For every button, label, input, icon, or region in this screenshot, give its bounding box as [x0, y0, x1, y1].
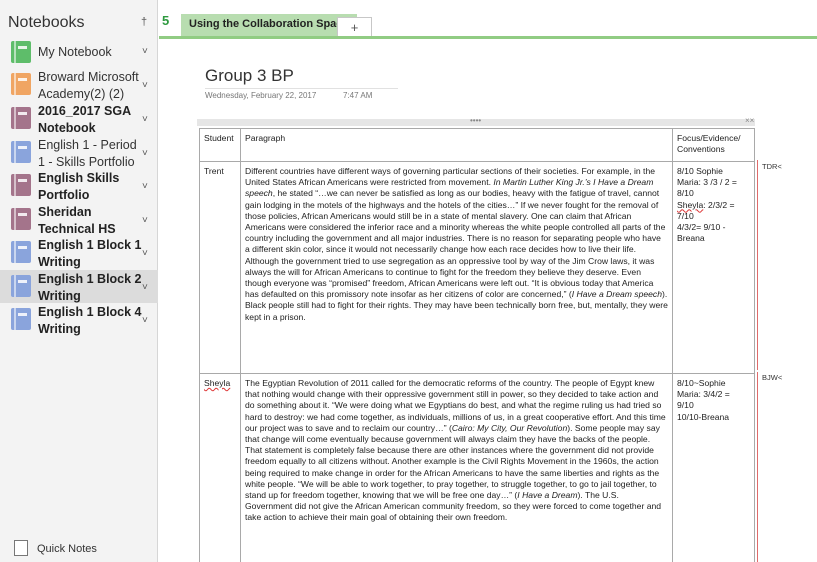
notebook-label: English 1 Block 4 Writing [38, 305, 142, 336]
section-accent-line [159, 36, 817, 39]
chevron-down-icon[interactable]: ˅ [142, 215, 148, 226]
table-handle-dots[interactable]: •••• [470, 116, 481, 125]
notebooks-pane: Notebooks † My Notebook ˅ Broward Microsof… [0, 0, 158, 562]
focus-line: Sheyla: 2/3/2 = [677, 200, 750, 211]
student-cell[interactable]: Sheyla [199, 373, 241, 562]
table-handle-corner[interactable]: ×× [745, 116, 754, 125]
paragraph-cell[interactable]: Different countries have different ways … [240, 161, 673, 374]
focus-line: 7/10 [677, 210, 694, 221]
focus-line: 8/10 [677, 188, 694, 199]
notebook-icon [11, 73, 31, 95]
section-tabs: 5 Using the Collaboration Space + [159, 0, 817, 40]
tab-using-the-collaboration-space[interactable]: Using the Collaboration Space [181, 14, 357, 38]
notebook-icon [11, 107, 31, 129]
notebook-icon [11, 308, 31, 330]
notebook-label: 2016_2017 SGA Notebook [38, 104, 131, 135]
notebook-item[interactable]: My Notebook ˅ [0, 38, 158, 66]
notebook-item[interactable]: English 1 - Period 1 - Skills Portfolio ˅ [0, 136, 158, 169]
notebook-item[interactable]: English 1 Block 1 Writing ˅ [0, 236, 158, 269]
chevron-down-icon[interactable]: ˅ [142, 315, 148, 326]
notebook-label: English 1 Block 2 Writing [38, 272, 142, 303]
focus-line: 8/10~Sophie [677, 378, 726, 388]
student-name: Sheyla [204, 378, 231, 388]
focus-cell[interactable]: 8/10 Sophie Maria: 3 /3 / 2 = 8/10 Sheyl… [672, 161, 755, 374]
focus-line: 8/10 Sophie [677, 166, 723, 176]
notebook-item[interactable]: Broward Microsoft Academy(2) (2) ˅ [0, 68, 158, 101]
table-row: Trent Different countries have different… [199, 161, 755, 374]
onenote-window: Notebooks † My Notebook ˅ Broward Microsof… [0, 0, 817, 562]
header-paragraph[interactable]: Paragraph [240, 128, 673, 162]
notebook-icon [11, 275, 31, 297]
focus-line: 9/10 [677, 400, 694, 411]
title-divider [205, 88, 398, 89]
quick-notes-icon [14, 537, 32, 556]
notebooks-title: Notebooks [8, 14, 85, 31]
author-bar-bjw [757, 372, 758, 562]
chevron-down-icon[interactable]: ˅ [142, 46, 148, 57]
focus-line: Breana [677, 233, 705, 244]
navigate-back-icon[interactable]: 5 [162, 13, 169, 28]
notebook-icon [11, 141, 31, 163]
chevron-down-icon[interactable]: ˅ [142, 181, 148, 192]
author-tag-tdr: TDR< [762, 162, 782, 171]
notebooks-header: Notebooks † [0, 0, 157, 40]
chevron-down-icon[interactable]: ˅ [142, 148, 148, 159]
table-header-row: Student Paragraph Focus/Evidence/ Conven… [199, 128, 755, 162]
chevron-down-icon[interactable]: ˅ [142, 248, 148, 259]
notebook-icon [11, 241, 31, 263]
focus-line-rest: : 2/3/2 = [703, 199, 735, 210]
notebook-label: English 1 Block 1 Writing [38, 238, 142, 269]
page-date: Wednesday, February 22, 2017 [205, 91, 317, 100]
chevron-down-icon[interactable]: ˅ [142, 80, 148, 91]
student-cell[interactable]: Trent [199, 161, 241, 374]
chevron-down-icon[interactable]: ˅ [142, 114, 148, 125]
notebook-label: English Skills Portfolio [38, 171, 120, 202]
pin-icon[interactable]: † [141, 16, 147, 28]
page-title[interactable]: Group 3 BP [205, 66, 294, 86]
paragraph-italic: Cairo: My City, Our Revolution [451, 422, 568, 433]
notebook-label: English 1 - Period 1 - Skills Portfolio [38, 138, 137, 169]
header-focus[interactable]: Focus/Evidence/ Conventions [672, 128, 755, 162]
focus-line: 4/3/2= 9/10 - [677, 222, 726, 233]
notebook-item[interactable]: 2016_2017 SGA Notebook ˅ [0, 102, 158, 135]
quick-notes-label: Quick Notes [37, 543, 97, 555]
page-time: 7:47 AM [343, 91, 373, 100]
chevron-down-icon[interactable]: ˅ [142, 282, 148, 293]
notebook-label: Broward Microsoft Academy(2) (2) [38, 70, 139, 101]
notebook-icon [11, 174, 31, 196]
notebook-icon [11, 208, 31, 230]
notebook-icon [11, 41, 31, 63]
notebook-item[interactable]: English Skills Portfolio ˅ [0, 169, 158, 202]
focus-cell[interactable]: 8/10~Sophie Maria: 3/4/2 = 9/10 10/10-Br… [672, 373, 755, 562]
misspelled-name: Sheyla [677, 199, 704, 210]
table-row: Sheyla The Egyptian Revolution of 2011 c… [199, 373, 755, 562]
notebook-item[interactable]: English 1 Block 2 Writing ˅ [0, 270, 158, 303]
focus-line: Maria: 3 /3 / 2 = [677, 177, 737, 188]
quick-notes-button[interactable]: Quick Notes [0, 537, 158, 562]
focus-line: Maria: 3/4/2 = [677, 389, 730, 400]
author-bar-tdr [757, 160, 758, 370]
notebook-item[interactable]: Sheridan Technical HS ˅ [0, 203, 158, 236]
add-section-button[interactable]: + [337, 17, 372, 37]
paragraph-italic: I Have a Dream [517, 490, 578, 501]
paragraph-italic: I Have a Dream speech [571, 289, 663, 300]
feedback-table: Student Paragraph Focus/Evidence/ Conven… [199, 128, 755, 562]
paragraph-cell[interactable]: The Egyptian Revolution of 2011 called f… [240, 373, 673, 562]
notebook-label: Sheridan Technical HS [38, 205, 116, 236]
paragraph-text: ). Some people may say that change will … [245, 422, 660, 501]
focus-line: 10/10-Breana [677, 411, 730, 422]
notebook-item[interactable]: English 1 Block 4 Writing ˅ [0, 303, 158, 336]
paragraph-text: , he stated “…we can never be satisfied … [245, 188, 666, 300]
header-student[interactable]: Student [199, 128, 241, 162]
author-tag-bjw: BJW< [762, 373, 783, 382]
notebook-label: My Notebook [38, 45, 112, 59]
